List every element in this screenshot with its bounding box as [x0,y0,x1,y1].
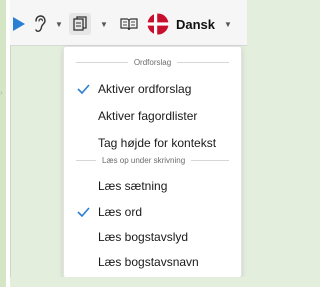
chevron-down-icon: ▼ [100,19,108,29]
menu-item-laes-saetning[interactable]: Læs sætning [64,174,241,198]
copy-icon [73,16,87,31]
book-icon [120,18,138,31]
section-title: Læs op under skrivning [102,155,186,165]
menu-item-label: Læs bogstavslyd [98,230,189,244]
menu-item-label: Læs sætning [98,179,168,193]
ear-icon [35,15,46,32]
checkmark-icon [64,200,90,224]
background-strip [10,277,247,287]
checkmark-icon [64,77,90,101]
chevron-down-icon: ▼ [55,19,63,29]
play-button[interactable] [13,12,27,36]
play-icon [13,17,25,31]
word-prediction-button[interactable]: ▼ [69,12,109,36]
menu-item-label: Læs ord [98,205,143,219]
menu-item-label: Aktiver fagordlister [98,109,198,123]
menu-item-label: Tag højde for kontekst [98,136,217,150]
section-header-laes-op: Læs op under skrivning [64,153,241,167]
menu-item-label: Læs bogstavsnavn [98,255,199,269]
toolbar: ▼ ▼ Dansk ▼ [10,0,247,46]
word-prediction-button-bg [69,13,91,35]
menu-item-aktiver-fagordlister[interactable]: Aktiver fagordlister [64,104,241,128]
section-header-ordforslag: Ordforslag [64,55,241,69]
chevron-down-icon: ▼ [224,19,232,29]
menu-item-tag-hoejde-for-kontekst[interactable]: Tag højde for kontekst [64,131,241,155]
menu-item-laes-bogstavslyd[interactable]: Læs bogstavslyd [64,225,241,249]
danish-flag-icon [147,13,169,35]
menu-item-label: Aktiver ordforslag [98,82,192,96]
menu-item-laes-ord[interactable]: Læs ord [64,200,241,224]
section-title: Ordforslag [133,57,172,67]
menu-item-laes-bogstavsnavn[interactable]: Læs bogstavsnavn [64,250,241,274]
menu-item-aktiver-ordforslag[interactable]: Aktiver ordforslag [64,77,241,101]
read-aloud-settings-button[interactable]: ▼ [33,12,67,36]
language-select[interactable]: Dansk ▼ [147,12,242,36]
word-prediction-menu: Ordforslag Aktiver ordforslag Aktiver fa… [63,46,242,278]
language-label: Dansk [176,16,216,32]
dictionary-button[interactable] [120,12,140,36]
